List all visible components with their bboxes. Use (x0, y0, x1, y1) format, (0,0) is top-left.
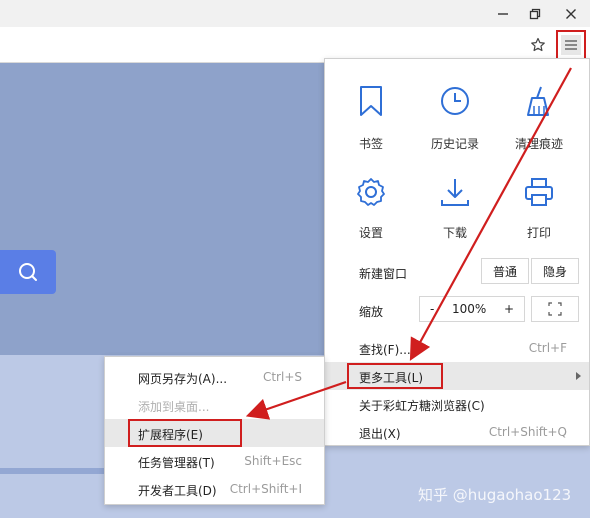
menu-item-shortcut: Ctrl+Shift+I (229, 482, 302, 496)
bookmark-star-button[interactable] (526, 33, 550, 57)
gear-icon (357, 178, 385, 206)
new-window-incognito-button[interactable]: 隐身 (531, 258, 579, 284)
zoom-control: - 100% + (419, 296, 525, 322)
zoom-label: 缩放 (359, 305, 384, 319)
tile-label: 历史记录 (430, 137, 479, 151)
menu-item-label: 开发者工具(D) (138, 484, 217, 498)
bookmark-icon (360, 86, 382, 116)
search-button[interactable] (0, 250, 56, 294)
zoom-out-button[interactable]: - (430, 302, 434, 316)
tile-label: 下载 (442, 226, 467, 240)
annotation-highlight-extensions (128, 419, 242, 447)
watermark: 知乎 @hugaohao123 (418, 486, 572, 504)
tile-history[interactable]: 历史记录 (413, 85, 497, 165)
tile-label: 清理痕迹 (514, 137, 563, 151)
menu-item-shortcut: Ctrl+F (528, 341, 567, 355)
new-window-normal-button[interactable]: 普通 (481, 258, 529, 284)
star-icon (531, 37, 545, 52)
menu-item-find[interactable]: 查找(F)... Ctrl+F (325, 334, 589, 362)
zoom-level: 100% (451, 302, 487, 316)
submenu-item-save-page[interactable]: 网页另存为(A)... Ctrl+S (105, 363, 324, 391)
fullscreen-button[interactable] (531, 296, 579, 322)
hamburger-menu-icon (565, 40, 577, 50)
menu-item-shortcut: Shift+Esc (244, 454, 302, 468)
restore-button[interactable] (518, 0, 552, 27)
zoom-in-button[interactable]: + (504, 302, 514, 316)
title-bar (0, 0, 590, 27)
menu-item-label: 网页另存为(A)... (138, 372, 228, 386)
tile-settings[interactable]: 设置 (329, 176, 413, 256)
menu-item-shortcut: Ctrl+S (262, 370, 302, 384)
tile-label: 打印 (526, 226, 551, 240)
new-window-label: 新建窗口 (359, 267, 408, 281)
main-menu-button[interactable] (556, 30, 586, 60)
tile-label: 设置 (358, 226, 383, 240)
tile-bookmarks[interactable]: 书签 (329, 85, 413, 165)
restore-icon (529, 8, 541, 19)
tile-label: 书签 (358, 137, 383, 151)
menu-item-shortcut: Ctrl+Shift+Q (488, 425, 567, 439)
submenu-item-add-to-desktop: 添加到桌面... (105, 391, 324, 419)
close-button[interactable] (554, 0, 588, 27)
download-icon (441, 179, 469, 206)
minimize-button[interactable] (486, 0, 520, 27)
menu-item-label: 退出(X) (359, 427, 401, 441)
menu-item-label: 查找(F)... (359, 343, 411, 357)
main-menu: 书签 历史记录 清理痕迹 设置 下载 打印 新建窗口 普通 隐身 缩放 - 10… (324, 58, 590, 446)
submenu-item-task-manager[interactable]: 任务管理器(T) Shift+Esc (105, 447, 324, 475)
printer-icon (525, 178, 553, 206)
menu-item-label: 关于彩虹方糖浏览器(C) (359, 399, 485, 413)
minimize-icon (498, 12, 508, 15)
menu-item-about[interactable]: 关于彩虹方糖浏览器(C) (325, 390, 589, 418)
broom-icon (527, 86, 549, 116)
submenu-arrow-icon (576, 372, 581, 380)
close-icon (566, 8, 576, 19)
submenu-item-developer-tools[interactable]: 开发者工具(D) Ctrl+Shift+I (105, 475, 324, 503)
annotation-highlight-more-tools (347, 363, 443, 389)
menu-item-exit[interactable]: 退出(X) Ctrl+Shift+Q (325, 418, 589, 446)
tile-clear-traces[interactable]: 清理痕迹 (497, 85, 581, 165)
menu-item-label: 添加到桌面... (138, 400, 210, 414)
tile-downloads[interactable]: 下载 (413, 176, 497, 256)
fullscreen-icon (548, 302, 562, 316)
search-icon (19, 263, 37, 281)
content-divider (0, 468, 110, 474)
menu-item-label: 任务管理器(T) (138, 456, 215, 470)
more-tools-submenu: 网页另存为(A)... Ctrl+S 添加到桌面... 扩展程序(E) 任务管理… (104, 356, 325, 505)
tile-print[interactable]: 打印 (497, 176, 581, 256)
clock-icon (441, 87, 469, 115)
